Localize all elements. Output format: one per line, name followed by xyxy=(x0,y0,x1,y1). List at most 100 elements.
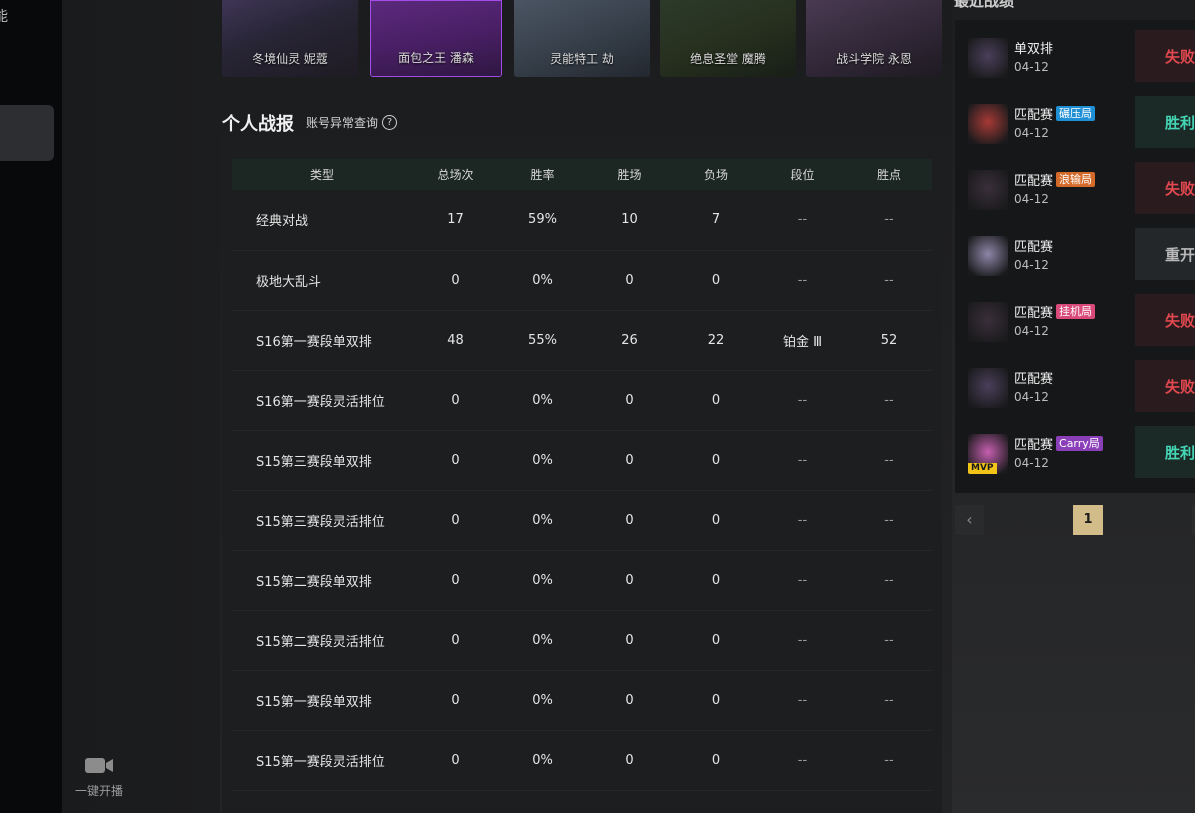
match-item[interactable]: 匹配赛 碾压局 04-12 胜利 xyxy=(955,86,1195,152)
match-mode: 匹配赛 xyxy=(1014,236,1053,255)
match-mode-label: 匹配赛 xyxy=(1014,240,1054,255)
recent-matches-header: 最近战绩 xyxy=(954,0,1194,10)
nav-cut-label: 能 xyxy=(0,9,8,25)
match-mode: 匹配赛 xyxy=(1014,368,1053,387)
help-icon[interactable]: ? xyxy=(382,115,398,130)
champion-avatar xyxy=(968,236,1008,276)
table-cell: -- xyxy=(797,632,808,648)
video-camera-icon xyxy=(83,754,115,776)
table-cell: 0 xyxy=(711,392,721,408)
champion-avatar xyxy=(968,38,1008,78)
skin-card-selected[interactable]: 面包之王 潘森 xyxy=(370,0,502,77)
table-row: S16第一赛段单双排 48 55% 26 22 铂金 Ⅲ 52 xyxy=(232,310,932,370)
table-cell: -- xyxy=(884,392,894,408)
table-cell: 0 xyxy=(451,452,460,468)
table-cell: 0 xyxy=(625,512,634,528)
account-anomaly-link[interactable]: 账号异常查询 ? xyxy=(306,114,398,131)
match-item[interactable]: 匹配赛 浪输局 04-12 失败 xyxy=(955,152,1195,218)
table-cell: 0% xyxy=(532,392,553,408)
table-cell: 0 xyxy=(711,752,721,768)
match-mode-label: 匹配赛 xyxy=(1014,174,1054,189)
match-tag-badge: 浪输局 xyxy=(1056,172,1096,187)
table-cell: 0% xyxy=(532,452,553,468)
cell-type: 经典对战 xyxy=(256,214,309,230)
table-cell: 0% xyxy=(532,632,553,648)
table-cell: 0% xyxy=(532,572,553,588)
table-cell: 0 xyxy=(625,272,634,288)
table-cell: 52 xyxy=(880,332,898,348)
one-click-stream-button[interactable]: 一键开播 xyxy=(62,748,136,804)
table-cell: 26 xyxy=(621,332,638,348)
table-cell: 59% xyxy=(528,212,557,228)
recent-matches-title: 最近战绩 xyxy=(954,0,1015,10)
match-item[interactable]: 匹配赛 04-12 失败 xyxy=(955,350,1195,416)
table-cell: 0 xyxy=(625,692,634,708)
table-row: 极地大乱斗 0 0% 0 0 -- -- xyxy=(232,250,932,310)
match-tag-badge: 碾压局 xyxy=(1056,106,1096,121)
match-item[interactable]: 匹配赛 04-12 重开 xyxy=(955,218,1195,284)
match-date: 04-12 xyxy=(1014,456,1049,470)
mvp-badge: MVP xyxy=(968,463,997,474)
table-cell: 0 xyxy=(625,752,634,768)
left-nav: 能 xyxy=(0,0,62,813)
skin-name: 绝息圣堂 魔腾 xyxy=(690,52,766,66)
table-cell: 0 xyxy=(451,692,460,708)
table-cell: 0 xyxy=(625,452,634,468)
pagination: ‹ 1 xyxy=(955,505,1195,535)
prev-page-button[interactable]: ‹ xyxy=(955,505,984,535)
table-cell: 0 xyxy=(711,452,721,468)
table-cell: -- xyxy=(797,452,808,468)
table-cell: 0 xyxy=(625,392,634,408)
skin-name: 冬境仙灵 妮蔻 xyxy=(252,52,328,66)
match-mode-label: 单双排 xyxy=(1014,42,1054,57)
table-cell: 17 xyxy=(447,212,464,228)
table-row: S15第二赛段单双排 0 0% 0 0 -- -- xyxy=(232,550,932,610)
match-item[interactable]: 单双排 04-12 失败 xyxy=(955,20,1195,86)
table-cell: 0% xyxy=(532,272,553,288)
table-cell: 0 xyxy=(451,272,460,288)
table-cell: -- xyxy=(797,512,808,528)
table-header-row: 类型 总场次 胜率 胜场 负场 段位 胜点 xyxy=(232,159,932,190)
match-tag-badge: 挂机局 xyxy=(1056,304,1096,319)
main-content: 冬境仙灵 妮蔻 面包之王 潘森 灵能特工 劫 绝息圣堂 魔腾 战斗学院 永恩 个… xyxy=(220,0,952,813)
table-cell: -- xyxy=(884,752,894,768)
table-cell: 0 xyxy=(711,512,721,528)
col-header: 胜点 xyxy=(876,168,901,182)
col-header: 类型 xyxy=(309,168,334,182)
skin-card[interactable]: 战斗学院 永恩 xyxy=(806,0,942,77)
table-cell: 0% xyxy=(532,752,553,768)
champion-avatar: MVP xyxy=(968,434,1008,474)
match-tag-badge: Carry局 xyxy=(1056,436,1103,451)
match-item[interactable]: MVP 匹配赛 Carry局 04-12 胜利 xyxy=(955,416,1195,482)
match-mode: 匹配赛 浪输局 xyxy=(1014,170,1096,189)
table-cell: -- xyxy=(884,572,894,588)
table-row: S15第三赛段灵活排位 0 0% 0 0 -- -- xyxy=(232,490,932,550)
table-cell: 0 xyxy=(451,512,460,528)
match-date: 04-12 xyxy=(1014,60,1049,74)
skin-card[interactable]: 灵能特工 劫 xyxy=(514,0,650,77)
table-cell: 48 xyxy=(447,332,464,348)
match-mode: 单双排 xyxy=(1014,38,1053,57)
table-cell: 0 xyxy=(711,632,721,648)
match-result: 胜利 xyxy=(1135,426,1195,478)
page-number-current[interactable]: 1 xyxy=(1073,505,1103,535)
skin-card[interactable]: 冬境仙灵 妮蔻 xyxy=(222,0,358,77)
col-header: 胜率 xyxy=(530,168,555,182)
table-cell: 0 xyxy=(451,632,460,648)
match-result: 重开 xyxy=(1135,228,1195,280)
col-header: 胜场 xyxy=(617,168,642,182)
champion-avatar xyxy=(968,104,1008,144)
table-cell: -- xyxy=(884,452,894,468)
table-row: S15第一赛段单双排 0 0% 0 0 -- -- xyxy=(232,670,932,730)
match-item[interactable]: 匹配赛 挂机局 04-12 失败 xyxy=(955,284,1195,350)
table-cell: -- xyxy=(797,572,808,588)
cell-type: S15第二赛段单双排 xyxy=(256,574,372,590)
match-mode: 匹配赛 Carry局 xyxy=(1014,434,1103,453)
col-header: 负场 xyxy=(703,168,728,182)
match-result: 失败 xyxy=(1135,294,1195,346)
match-mode: 匹配赛 挂机局 xyxy=(1014,302,1096,321)
nav-active-item[interactable] xyxy=(0,105,54,161)
cell-type: S15第三赛段灵活排位 xyxy=(256,514,385,530)
skin-card[interactable]: 绝息圣堂 魔腾 xyxy=(660,0,796,77)
skin-name: 战斗学院 永恩 xyxy=(836,52,912,66)
